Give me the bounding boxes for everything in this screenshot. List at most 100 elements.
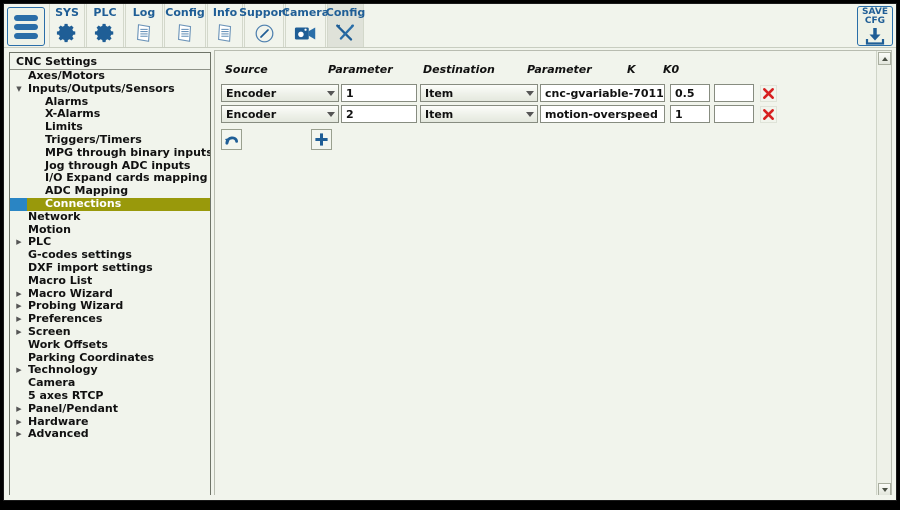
sidebar-item-label: Macro List bbox=[28, 275, 210, 288]
toolbar-button-config-doc[interactable]: Config bbox=[164, 4, 206, 47]
table-row[interactable]: Encoder2Itemmotion-overspeed 1 bbox=[215, 105, 875, 126]
destination-select[interactable]: Item bbox=[420, 105, 538, 123]
toolbar-button-config-tools[interactable]: Config bbox=[327, 4, 364, 47]
chevron-down-icon[interactable] bbox=[526, 91, 534, 96]
k0-input[interactable] bbox=[714, 105, 754, 123]
sidebar-item-5-axes-rtcp[interactable]: 5 axes RTCP bbox=[10, 390, 210, 403]
gear-icon bbox=[54, 21, 80, 45]
toolbar-button-camera[interactable]: Camera bbox=[285, 4, 326, 47]
hamburger-bar bbox=[14, 15, 38, 21]
connections-panel: SourceParameterDestinationParameterKK0 E… bbox=[214, 50, 892, 498]
sidebar-item-alarms[interactable]: Alarms bbox=[10, 96, 210, 109]
sidebar-item-label: Motion bbox=[28, 224, 210, 237]
destination-select[interactable]: Item bbox=[420, 84, 538, 102]
sidebar-tree-list[interactable]: Axes/Motors ▼ Inputs/Outputs/SensorsAlarms… bbox=[10, 70, 210, 441]
toolbar-label: Config bbox=[165, 6, 205, 19]
sidebar-item-label: MPG through binary inputs bbox=[45, 147, 210, 160]
toolbar-button-support[interactable]: Support bbox=[244, 4, 284, 47]
chevron-right-icon[interactable]: ▶ bbox=[14, 300, 24, 313]
sidebar-title: CNC Settings bbox=[10, 53, 210, 70]
destination-parameter-input[interactable]: motion-overspeed bbox=[540, 105, 665, 123]
add-button[interactable] bbox=[311, 129, 332, 150]
sidebar-item-label: DXF import settings bbox=[28, 262, 210, 275]
chevron-right-icon[interactable]: ▶ bbox=[14, 236, 24, 249]
settings-tree-sidebar[interactable]: CNC Settings Axes/Motors ▼ Inputs/Outputs/… bbox=[9, 52, 211, 497]
sidebar-item-label: Axes/Motors bbox=[28, 70, 210, 83]
delete-row-button[interactable] bbox=[760, 106, 777, 123]
column-header-k-4: K bbox=[627, 63, 636, 76]
toolbar-button-log[interactable]: Log bbox=[125, 4, 163, 47]
source-parameter-input[interactable]: 2 bbox=[341, 105, 417, 123]
top-toolbar: SYS PLC Log Config Info bbox=[4, 4, 897, 48]
chevron-right-icon[interactable]: ▶ bbox=[14, 288, 24, 301]
sidebar-item-mpg-through-binary-inputs[interactable]: MPG through binary inputs bbox=[10, 147, 210, 160]
document-icon bbox=[172, 21, 198, 45]
chevron-right-icon[interactable]: ▶ bbox=[14, 326, 24, 339]
sidebar-item-screen[interactable]: ▶Screen bbox=[10, 326, 210, 339]
chevron-right-icon[interactable]: ▶ bbox=[14, 428, 24, 441]
source-select[interactable]: Encoder bbox=[221, 84, 339, 102]
table-row[interactable]: Encoder1Itemcnc-gvariable-7011 0.5 bbox=[215, 84, 875, 105]
chevron-right-icon[interactable]: ▶ bbox=[14, 364, 24, 377]
gauge-icon bbox=[251, 21, 277, 45]
sidebar-item-label: Triggers/Timers bbox=[45, 134, 210, 147]
plus-icon bbox=[314, 132, 329, 147]
save-download-icon bbox=[864, 27, 886, 49]
sidebar-item-label: Network bbox=[28, 211, 210, 224]
toolbar-button-info[interactable]: Info bbox=[207, 4, 243, 47]
sidebar-item-label: Camera bbox=[28, 377, 210, 390]
hamburger-menu-icon[interactable] bbox=[7, 7, 45, 46]
toolbar-label: Config bbox=[326, 6, 366, 19]
k-input[interactable]: 0.5 bbox=[670, 84, 710, 102]
column-header-destination-2: Destination bbox=[423, 63, 495, 76]
sidebar-item-label: Panel/Pendant bbox=[28, 403, 210, 416]
undo-button[interactable] bbox=[221, 129, 242, 150]
k0-input[interactable] bbox=[714, 84, 754, 102]
destination-parameter-input[interactable]: cnc-gvariable-7011 bbox=[540, 84, 665, 102]
toolbar-label: SYS bbox=[55, 6, 79, 19]
chevron-down-icon[interactable]: ▼ bbox=[14, 83, 24, 96]
source-parameter-input[interactable]: 1 bbox=[341, 84, 417, 102]
sidebar-item-advanced[interactable]: ▶Advanced bbox=[10, 428, 210, 441]
chevron-right-icon[interactable]: ▶ bbox=[14, 403, 24, 416]
save-cfg-button[interactable]: SAVE CFG bbox=[857, 6, 893, 46]
sidebar-item-label: 5 axes RTCP bbox=[28, 390, 210, 403]
toolbar-label: Info bbox=[213, 6, 237, 19]
application-window: SYS PLC Log Config Info bbox=[3, 3, 897, 501]
sidebar-item-label: Inputs/Outputs/Sensors bbox=[28, 83, 210, 96]
toolbar-label: Camera bbox=[282, 6, 329, 19]
chevron-down-icon[interactable] bbox=[526, 112, 534, 117]
scroll-up-icon[interactable] bbox=[878, 52, 891, 65]
connections-content: SourceParameterDestinationParameterKK0 E… bbox=[215, 51, 875, 497]
gear-icon bbox=[92, 21, 118, 45]
chevron-down-icon[interactable] bbox=[327, 112, 335, 117]
sidebar-item-triggers-timers[interactable]: Triggers/Timers bbox=[10, 134, 210, 147]
chevron-down-icon[interactable] bbox=[327, 91, 335, 96]
status-bar bbox=[4, 495, 897, 500]
chevron-right-icon[interactable]: ▶ bbox=[14, 416, 24, 429]
chevron-right-icon[interactable]: ▶ bbox=[14, 313, 24, 326]
delete-x-icon bbox=[762, 108, 775, 121]
k-input[interactable]: 1 bbox=[670, 105, 710, 123]
undo-arrow-icon bbox=[224, 133, 239, 146]
sidebar-item-x-alarms[interactable]: X-Alarms bbox=[10, 108, 210, 121]
column-header-parameter-3: Parameter bbox=[527, 63, 592, 76]
sidebar-item-inputs-outputs-sensors[interactable]: ▼ Inputs/Outputs/Sensors bbox=[10, 83, 210, 96]
document-icon bbox=[212, 21, 238, 45]
vertical-scrollbar[interactable] bbox=[876, 51, 891, 497]
sidebar-item-connections[interactable]: Connections bbox=[10, 198, 210, 211]
sidebar-item-panel-pendant[interactable]: ▶ Panel/Pendant bbox=[10, 403, 210, 416]
sidebar-item-axes-motors[interactable]: Axes/Motors bbox=[10, 70, 210, 83]
sidebar-item-macro-list[interactable]: Macro List bbox=[10, 275, 210, 288]
sidebar-item-work-offsets[interactable]: Work Offsets bbox=[10, 339, 210, 352]
toolbar-label: Log bbox=[133, 6, 155, 19]
sidebar-item-dxf-import-settings[interactable]: DXF import settings bbox=[10, 262, 210, 275]
tools-icon bbox=[333, 21, 359, 45]
document-icon bbox=[131, 21, 157, 45]
delete-row-button[interactable] bbox=[760, 85, 777, 102]
sidebar-item-network[interactable]: Network bbox=[10, 211, 210, 224]
sidebar-item-camera[interactable]: Camera bbox=[10, 377, 210, 390]
toolbar-button-plc[interactable]: PLC bbox=[86, 4, 124, 47]
toolbar-button-sys[interactable]: SYS bbox=[49, 4, 85, 47]
source-select[interactable]: Encoder bbox=[221, 105, 339, 123]
